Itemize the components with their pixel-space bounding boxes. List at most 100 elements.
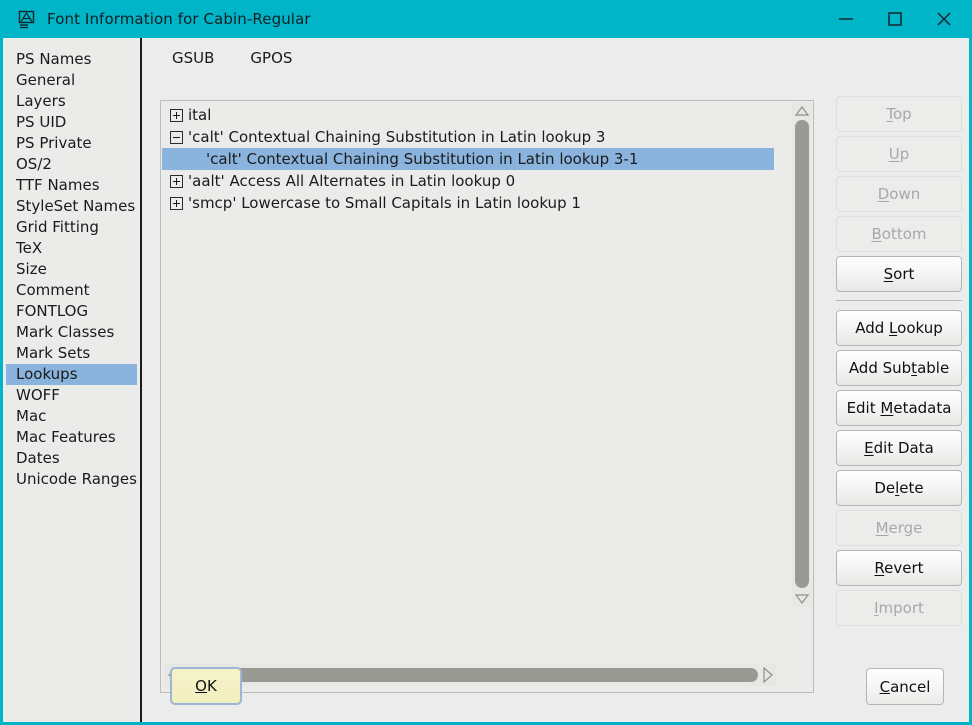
sidebar-item-layers[interactable]: Layers [6, 91, 140, 112]
sidebar-item-label: FONTLOG [16, 302, 89, 320]
import-button: Import [836, 590, 962, 626]
expand-plus-icon[interactable] [170, 196, 183, 210]
button-label: Merge [875, 519, 923, 537]
triangle-up-icon[interactable] [794, 103, 810, 118]
button-label: Delete [874, 479, 924, 497]
vertical-scroll-thumb[interactable] [795, 120, 809, 588]
sidebar-item-label: Comment [16, 281, 90, 299]
collapse-minus-icon[interactable] [170, 130, 183, 144]
sidebar-item-ps-private[interactable]: PS Private [6, 133, 140, 154]
ok-button[interactable]: OK [170, 667, 242, 705]
add-lookup-button[interactable]: Add Lookup [836, 310, 962, 346]
button-label: Revert [874, 559, 924, 577]
button-label: Sort [883, 265, 915, 283]
settings-category-sidebar[interactable]: PS Names General Layers PS UID PS Private OS/… [6, 38, 142, 722]
sidebar-item-dates[interactable]: Dates [6, 448, 140, 469]
delete-button[interactable]: Delete [836, 470, 962, 506]
expand-plus-icon[interactable] [170, 174, 183, 188]
cancel-button-label: Cancel [879, 677, 931, 696]
cancel-button[interactable]: Cancel [866, 668, 944, 705]
lookup-row[interactable]: 'aalt' Access All Alternates in Latin lo… [162, 170, 774, 192]
lookup-row[interactable]: ital [162, 104, 774, 126]
sidebar-item-label: Lookups [16, 365, 78, 383]
button-group-separator [836, 300, 962, 301]
tab-gsub[interactable]: GSUB [168, 47, 218, 69]
triangle-down-icon[interactable] [794, 591, 810, 606]
close-icon[interactable] [921, 0, 967, 38]
lookup-row-label: 'calt' Contextual Chaining Substitution … [188, 128, 606, 146]
button-label: Top [886, 105, 912, 123]
sidebar-item-label: OS/2 [16, 155, 52, 173]
edit-data-button[interactable]: Edit Data [836, 430, 962, 466]
lookup-row-label: 'calt' Contextual Chaining Substitution … [206, 150, 639, 168]
ok-button-label: OK [195, 677, 217, 695]
sidebar-item-tex[interactable]: TeX [6, 238, 140, 259]
sidebar-item-label: Size [16, 260, 47, 278]
sidebar-item-unicode-ranges[interactable]: Unicode Ranges [6, 469, 140, 490]
sidebar-item-mark-sets[interactable]: Mark Sets [6, 343, 140, 364]
up-button: Up [836, 136, 962, 172]
lookup-row-label: ital [188, 106, 212, 124]
sidebar-item-label: Unicode Ranges [16, 470, 137, 488]
sidebar-item-label: Mark Classes [16, 323, 115, 341]
sidebar-item-lookups[interactable]: Lookups [6, 364, 137, 385]
sidebar-item-size[interactable]: Size [6, 259, 140, 280]
sidebar-item-label: WOFF [16, 386, 60, 404]
sidebar-item-label: Mark Sets [16, 344, 91, 362]
sidebar-item-label: TTF Names [16, 176, 100, 194]
lookup-tree[interactable]: ital 'calt' Contextual Chaining Substitut… [162, 104, 774, 644]
lookup-row[interactable]: 'smcp' Lowercase to Small Capitals in La… [162, 192, 774, 214]
sidebar-item-ps-uid[interactable]: PS UID [6, 112, 140, 133]
sidebar-item-label: Layers [16, 92, 66, 110]
main-panel: GSUB GPOS ital 'calt' Contextual Chaining … [144, 38, 969, 722]
sidebar-item-label: PS Names [16, 50, 92, 68]
maximize-icon[interactable] [872, 0, 918, 38]
table-tabs[interactable]: GSUB GPOS [144, 38, 969, 78]
sidebar-item-woff[interactable]: WOFF [6, 385, 140, 406]
button-label: Edit Data [864, 439, 934, 457]
sidebar-item-ps-names[interactable]: PS Names [6, 49, 140, 70]
lookup-row-label: 'smcp' Lowercase to Small Capitals in La… [188, 194, 581, 212]
lookup-actions-column[interactable]: Top Up Down Bottom Sort Add Lookup Add Subtabl… [831, 96, 967, 630]
lookup-list-panel[interactable]: ital 'calt' Contextual Chaining Substitut… [160, 100, 814, 693]
sort-button[interactable]: Sort [836, 256, 962, 292]
sidebar-item-general[interactable]: General [6, 70, 140, 91]
sidebar-item-fontlog[interactable]: FONTLOG [6, 301, 140, 322]
sidebar-item-comment[interactable]: Comment [6, 280, 140, 301]
expand-plus-icon[interactable] [170, 108, 183, 122]
sidebar-item-label: PS Private [16, 134, 92, 152]
tab-gpos[interactable]: GPOS [246, 47, 296, 69]
dialog-footer: OK Cancel [144, 659, 969, 719]
top-button: Top [836, 96, 962, 132]
button-label: Add Subtable [848, 359, 950, 377]
edit-metadata-button[interactable]: Edit Metadata [836, 390, 962, 426]
sidebar-item-label: Dates [16, 449, 60, 467]
window-title: Font Information for Cabin-Regular [47, 10, 311, 28]
sidebar-item-mac[interactable]: Mac [6, 406, 140, 427]
down-button: Down [836, 176, 962, 212]
font-glyph-icon [17, 9, 37, 29]
lookup-row[interactable]: 'calt' Contextual Chaining Substitution … [162, 148, 774, 170]
sidebar-item-mark-classes[interactable]: Mark Classes [6, 322, 140, 343]
sidebar-item-mac-features[interactable]: Mac Features [6, 427, 140, 448]
button-label: Bottom [871, 225, 927, 243]
bottom-button: Bottom [836, 216, 962, 252]
revert-button[interactable]: Revert [836, 550, 962, 586]
lookup-row-label: 'aalt' Access All Alternates in Latin lo… [188, 172, 516, 190]
font-information-dialog: Font Information for Cabin-Regular PS Na… [0, 0, 972, 725]
sidebar-item-label: StyleSet Names [16, 197, 136, 215]
sidebar-item-ttf-names[interactable]: TTF Names [6, 175, 140, 196]
sidebar-item-grid-fitting[interactable]: Grid Fitting [6, 217, 140, 238]
button-label: Add Lookup [855, 319, 943, 337]
sidebar-item-label: TeX [16, 239, 43, 257]
button-label: Edit Metadata [846, 399, 952, 417]
sidebar-item-os-2[interactable]: OS/2 [6, 154, 140, 175]
add-subtable-button[interactable]: Add Subtable [836, 350, 962, 386]
vertical-scrollbar[interactable] [792, 102, 812, 607]
minimize-icon[interactable] [823, 0, 869, 38]
sidebar-item-label: Mac Features [16, 428, 116, 446]
lookup-row[interactable]: 'calt' Contextual Chaining Substitution … [162, 126, 774, 148]
title-bar: Font Information for Cabin-Regular [3, 0, 969, 38]
sidebar-item-styleset-names[interactable]: StyleSet Names [6, 196, 140, 217]
button-label: Import [874, 599, 924, 617]
